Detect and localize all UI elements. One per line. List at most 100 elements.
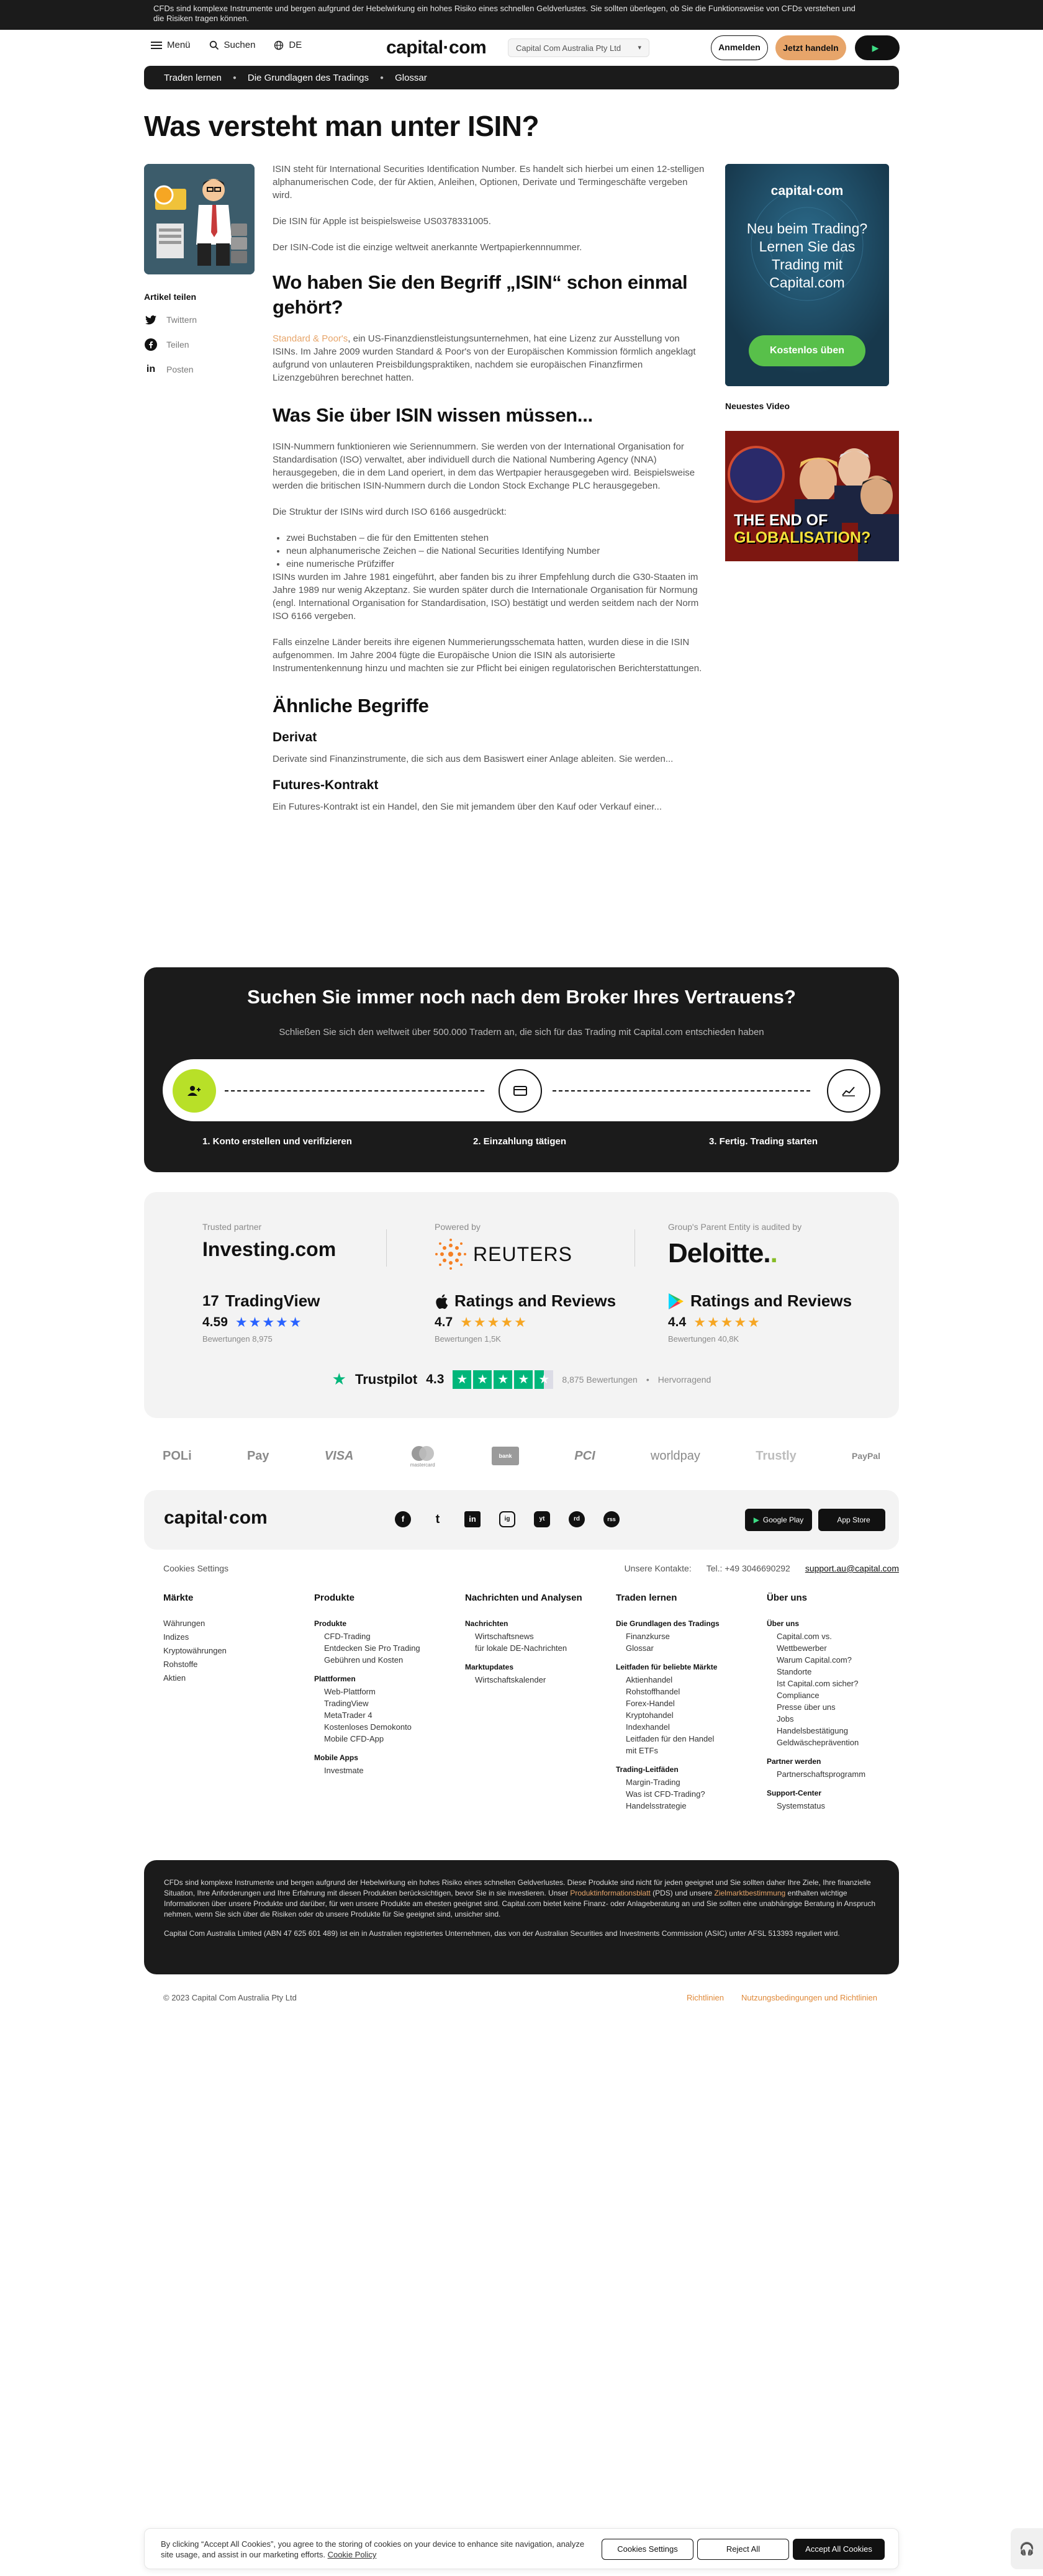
footer-link[interactable]: Gebühren und Kosten: [314, 1654, 451, 1666]
footer-subheading[interactable]: Leitfaden für beliebte Märkte: [616, 1660, 740, 1674]
footer-link[interactable]: Standorte: [767, 1666, 891, 1678]
facebook-icon[interactable]: f: [395, 1511, 411, 1527]
twitter-icon[interactable]: t: [430, 1511, 446, 1527]
cookie-policy-link[interactable]: Cookie Policy: [328, 2550, 377, 2559]
tmd-link[interactable]: Zielmarktbestimmung: [715, 1889, 786, 1897]
footer-link[interactable]: Finanzkurse: [616, 1630, 740, 1642]
phone-link[interactable]: Tel.: +49 3046690292: [707, 1563, 790, 1573]
footer-link[interactable]: Glossar: [616, 1642, 740, 1654]
footer-link[interactable]: Handelsbestätigung: [767, 1725, 891, 1737]
footer-link[interactable]: Wirtschaftsnews: [465, 1630, 589, 1642]
footer-link[interactable]: Kryptohandel: [616, 1709, 740, 1721]
accept-all-cookies-button[interactable]: Accept All Cookies: [793, 2539, 885, 2560]
reddit-icon[interactable]: rd: [569, 1511, 585, 1527]
footer-link[interactable]: Compliance: [767, 1689, 891, 1701]
breadcrumb-item-basics[interactable]: Die Grundlagen des Tradings: [248, 73, 369, 83]
cookies-settings-button[interactable]: Cookies Settings: [602, 2539, 693, 2560]
footer-subheading[interactable]: Trading-Leitfäden: [616, 1763, 740, 1776]
breadcrumb-item-learn[interactable]: Traden lernen: [164, 73, 222, 83]
footer-subheading[interactable]: Über uns: [767, 1617, 891, 1630]
footer-link[interactable]: Web-Plattform: [314, 1686, 451, 1697]
breadcrumb-item-glossary[interactable]: Glossar: [395, 73, 427, 83]
linkedin-icon[interactable]: in: [464, 1511, 481, 1527]
rss-icon[interactable]: rss: [603, 1511, 620, 1527]
capital-logo[interactable]: capital·com: [386, 37, 487, 58]
share-linkedin-button[interactable]: in Posten: [144, 363, 194, 376]
footer-subheading[interactable]: Nachrichten: [465, 1617, 589, 1630]
footer-column-learn: Traden lernen Die Grundlagen des Trading…: [616, 1592, 740, 1812]
footer-subheading[interactable]: Support-Center: [767, 1786, 891, 1800]
share-twitter-button[interactable]: Twittern: [144, 313, 197, 327]
step-create-account-button[interactable]: [173, 1069, 216, 1113]
trade-now-button[interactable]: Jetzt handeln: [775, 35, 846, 60]
policies-link[interactable]: Richtlinien: [687, 1993, 724, 2002]
search-button[interactable]: Suchen: [209, 40, 255, 50]
footer-link[interactable]: Indizes: [163, 1630, 287, 1644]
app-store-badge[interactable]: App Store: [818, 1509, 885, 1531]
footer-link[interactable]: Rohstoffhandel: [616, 1686, 740, 1697]
practice-free-button[interactable]: Kostenlos üben: [749, 335, 865, 366]
footer-logo[interactable]: capital·com: [164, 1507, 268, 1529]
related-term-futures-link[interactable]: Futures-Kontrakt: [273, 779, 707, 792]
footer-link[interactable]: Aktienhandel: [616, 1674, 740, 1686]
footer-link[interactable]: MetaTrader 4: [314, 1709, 451, 1721]
footer-subheading[interactable]: Marktupdates: [465, 1660, 589, 1674]
footer-link[interactable]: Leitfaden für den Handel mit ETFs: [616, 1733, 721, 1756]
footer-link[interactable]: CFD-Trading: [314, 1630, 451, 1642]
footer-link[interactable]: Investmate: [314, 1765, 451, 1776]
footer-link[interactable]: Partnerschaftsprogramm: [767, 1768, 891, 1780]
reject-all-button[interactable]: Reject All: [697, 2539, 789, 2560]
footer-link[interactable]: Kostenloses Demokonto: [314, 1721, 451, 1733]
footer-link[interactable]: Presse über uns: [767, 1701, 891, 1713]
step-deposit-button[interactable]: [499, 1069, 542, 1113]
related-term-derivat-link[interactable]: Derivat: [273, 731, 707, 744]
footer-subheading[interactable]: Plattformen: [314, 1672, 451, 1686]
footer-link[interactable]: Forex-Handel: [616, 1697, 740, 1709]
contacts-label: Unsere Kontakte:: [624, 1563, 692, 1573]
trustpilot-rating[interactable]: ★ Trustpilot 4.3 ★ ★ ★ ★ ★ 8,875 Bewertungen…: [144, 1370, 899, 1389]
footer-link[interactable]: Capital.com vs. Wettbewerber: [767, 1630, 860, 1654]
footer-link[interactable]: Jobs: [767, 1713, 891, 1725]
footer-link[interactable]: Margin-Trading: [616, 1776, 740, 1788]
wallet-icon: [513, 1086, 527, 1096]
language-selector[interactable]: DE: [274, 40, 302, 50]
footer-link[interactable]: Mobile CFD-App: [314, 1733, 451, 1745]
cookies-settings-link[interactable]: Cookies Settings: [163, 1563, 228, 1573]
pds-link[interactable]: Produktinformationsblatt: [570, 1889, 650, 1897]
standard-poors-link[interactable]: Standard & Poor's: [273, 333, 348, 344]
footer-link[interactable]: Rohstoffe: [163, 1658, 287, 1671]
footer-link[interactable]: Systemstatus: [767, 1800, 891, 1812]
latest-video-thumbnail[interactable]: THE END OF GLOBALISATION?: [725, 431, 899, 561]
entity-select[interactable]: Capital Com Australia Pty Ltd ▾: [508, 38, 649, 57]
footer-link[interactable]: Währungen: [163, 1617, 287, 1630]
terms-link[interactable]: Nutzungsbedingungen und Richtlinien: [741, 1993, 877, 2002]
footer-link[interactable]: Ist Capital.com sicher?: [767, 1678, 891, 1689]
google-play-badge[interactable]: ▶ Google Play: [745, 1509, 812, 1531]
share-facebook-button[interactable]: Teilen: [144, 338, 189, 351]
instagram-icon[interactable]: ig: [499, 1511, 515, 1527]
footer-subheading[interactable]: Die Grundlagen des Tradings: [616, 1617, 740, 1630]
support-email-link[interactable]: support.au@capital.com: [805, 1563, 899, 1573]
footer-link[interactable]: TradingView: [314, 1697, 451, 1709]
step-start-trading-button[interactable]: [827, 1069, 870, 1113]
help-chat-button[interactable]: 🎧: [1011, 2528, 1043, 2569]
youtube-icon[interactable]: yt: [534, 1511, 550, 1527]
footer-link[interactable]: Indexhandel: [616, 1721, 740, 1733]
bank-transfer-logo: bank: [492, 1447, 520, 1465]
menu-button[interactable]: Menü: [151, 40, 191, 50]
footer-link[interactable]: Wirtschaftskalender: [465, 1674, 589, 1686]
promo-banner[interactable]: capital·com Neu beim Trading? Lernen Sie…: [725, 164, 889, 386]
footer-link[interactable]: Warum Capital.com?: [767, 1654, 891, 1666]
footer-subheading[interactable]: Mobile Apps: [314, 1751, 451, 1765]
footer-link[interactable]: Handelsstrategie: [616, 1800, 740, 1812]
footer-link[interactable]: Kryptowährungen: [163, 1644, 287, 1658]
footer-link[interactable]: Was ist CFD-Trading?: [616, 1788, 740, 1800]
app-download-button[interactable]: ▶: [855, 35, 900, 60]
footer-subheading[interactable]: Partner werden: [767, 1755, 891, 1768]
footer-link[interactable]: Geldwäscheprävention: [767, 1737, 891, 1748]
footer-link[interactable]: Entdecken Sie Pro Trading: [314, 1642, 451, 1654]
login-button[interactable]: Anmelden: [711, 35, 768, 60]
footer-link[interactable]: Aktien: [163, 1671, 287, 1685]
footer-link[interactable]: für lokale DE-Nachrichten: [465, 1642, 589, 1654]
footer-subheading[interactable]: Produkte: [314, 1617, 451, 1630]
